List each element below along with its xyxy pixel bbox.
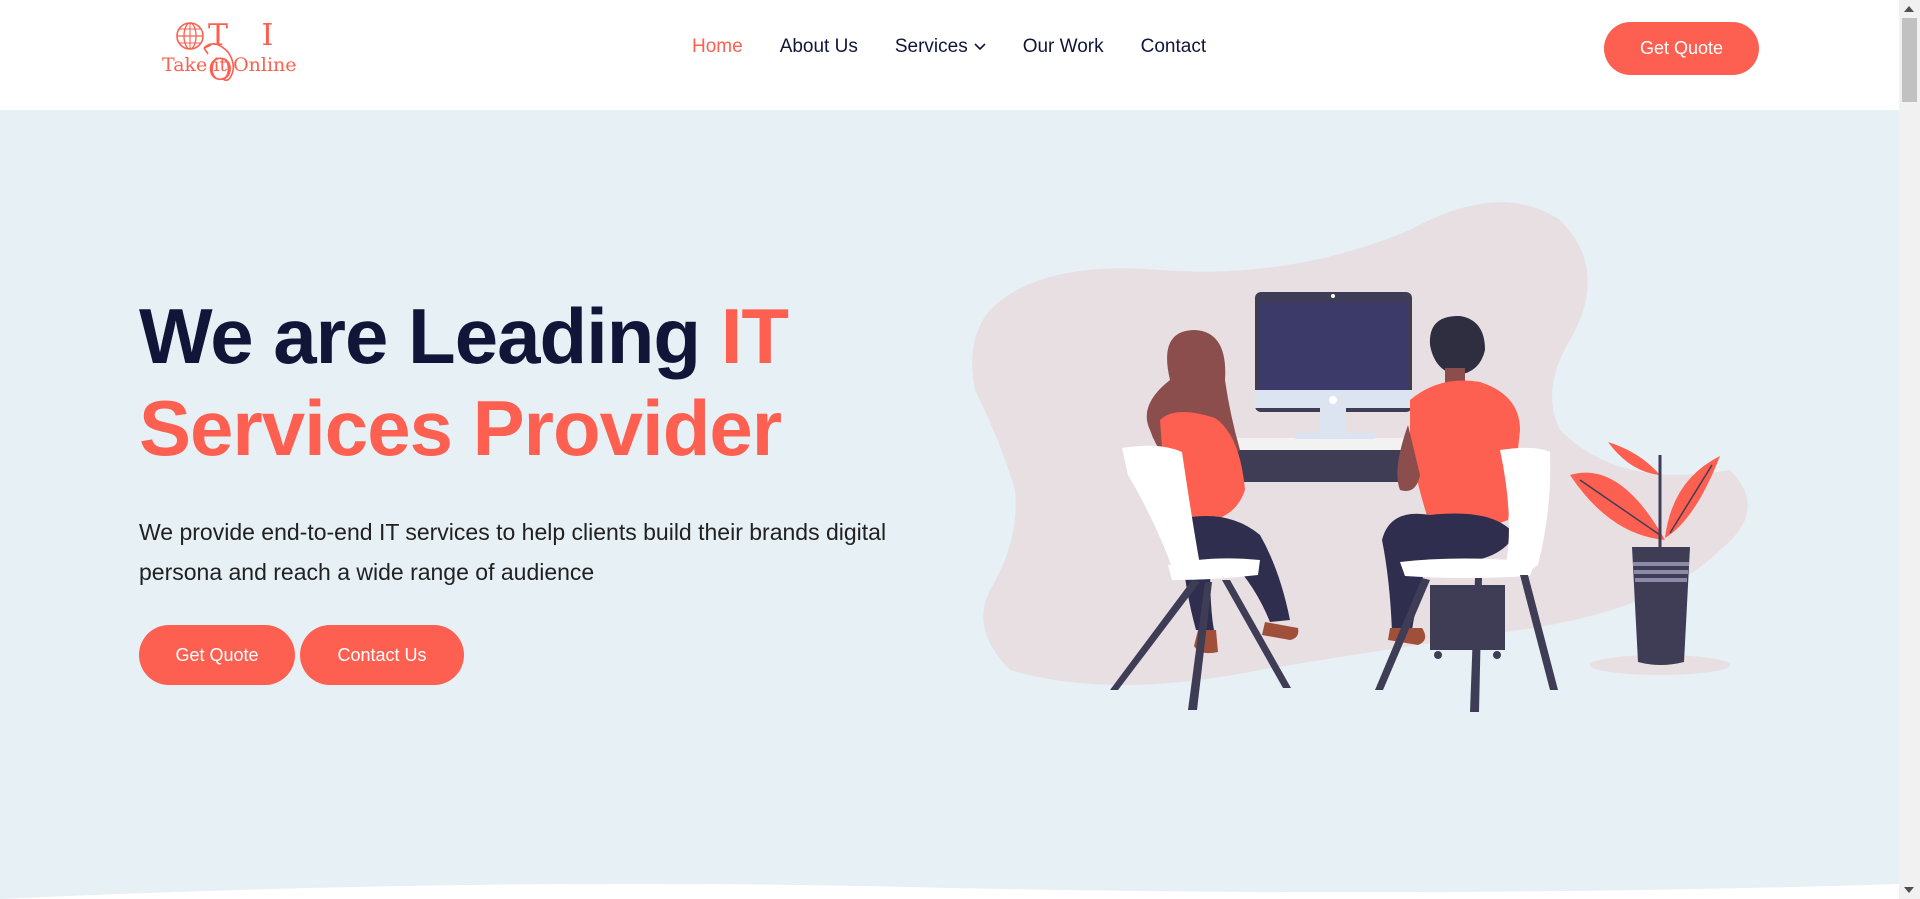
nav-about-us[interactable]: About Us	[780, 36, 858, 58]
monitor-base	[1295, 433, 1375, 439]
hero-title-line2: Services Provider	[139, 384, 782, 472]
header-get-quote-button[interactable]: Get Quote	[1604, 22, 1759, 75]
hero-contact-us-button[interactable]: Contact Us	[300, 625, 464, 685]
hero-title: We are Leading IT Services Provider	[139, 290, 939, 474]
monitor-stand	[1320, 408, 1346, 434]
pc-tower	[1430, 585, 1505, 650]
hero-section: We are Leading IT Services Provider We p…	[139, 290, 939, 592]
vertical-scrollbar[interactable]	[1899, 0, 1920, 899]
nav-contact[interactable]: Contact	[1141, 36, 1206, 58]
scroll-down-arrow-icon[interactable]	[1904, 887, 1914, 893]
site-header: T I O Take it Online Home About Us Servi…	[0, 0, 1899, 110]
hero-title-accent: IT	[720, 292, 789, 380]
right-chair-seat	[1400, 558, 1535, 578]
nav-services[interactable]: Services	[895, 36, 986, 58]
nav-home[interactable]: Home	[692, 36, 743, 58]
bottom-wave-divider	[0, 883, 1899, 899]
scroll-up-arrow-icon[interactable]	[1904, 6, 1914, 12]
monitor-screen	[1260, 302, 1407, 390]
page: T I O Take it Online Home About Us Servi…	[0, 0, 1899, 899]
hero-description: We provide end-to-end IT services to hel…	[139, 519, 887, 585]
nav-our-work[interactable]: Our Work	[1023, 36, 1104, 58]
two-people-at-desktop-illustration	[972, 202, 1748, 712]
scrollbar-thumb[interactable]	[1902, 18, 1917, 102]
chevron-down-icon	[974, 43, 986, 51]
nav-services-label: Services	[894, 36, 968, 57]
hero-title-line1: We are Leading	[139, 292, 721, 380]
site-logo[interactable]: T I O Take it Online	[160, 16, 297, 88]
arrow-swoosh-icon	[203, 43, 235, 82]
hero-buttons: Get Quote Contact Us	[139, 625, 464, 685]
hero-get-quote-button[interactable]: Get Quote	[139, 625, 295, 685]
main-nav: Home About Us Services Our Work Contact	[692, 36, 1243, 58]
